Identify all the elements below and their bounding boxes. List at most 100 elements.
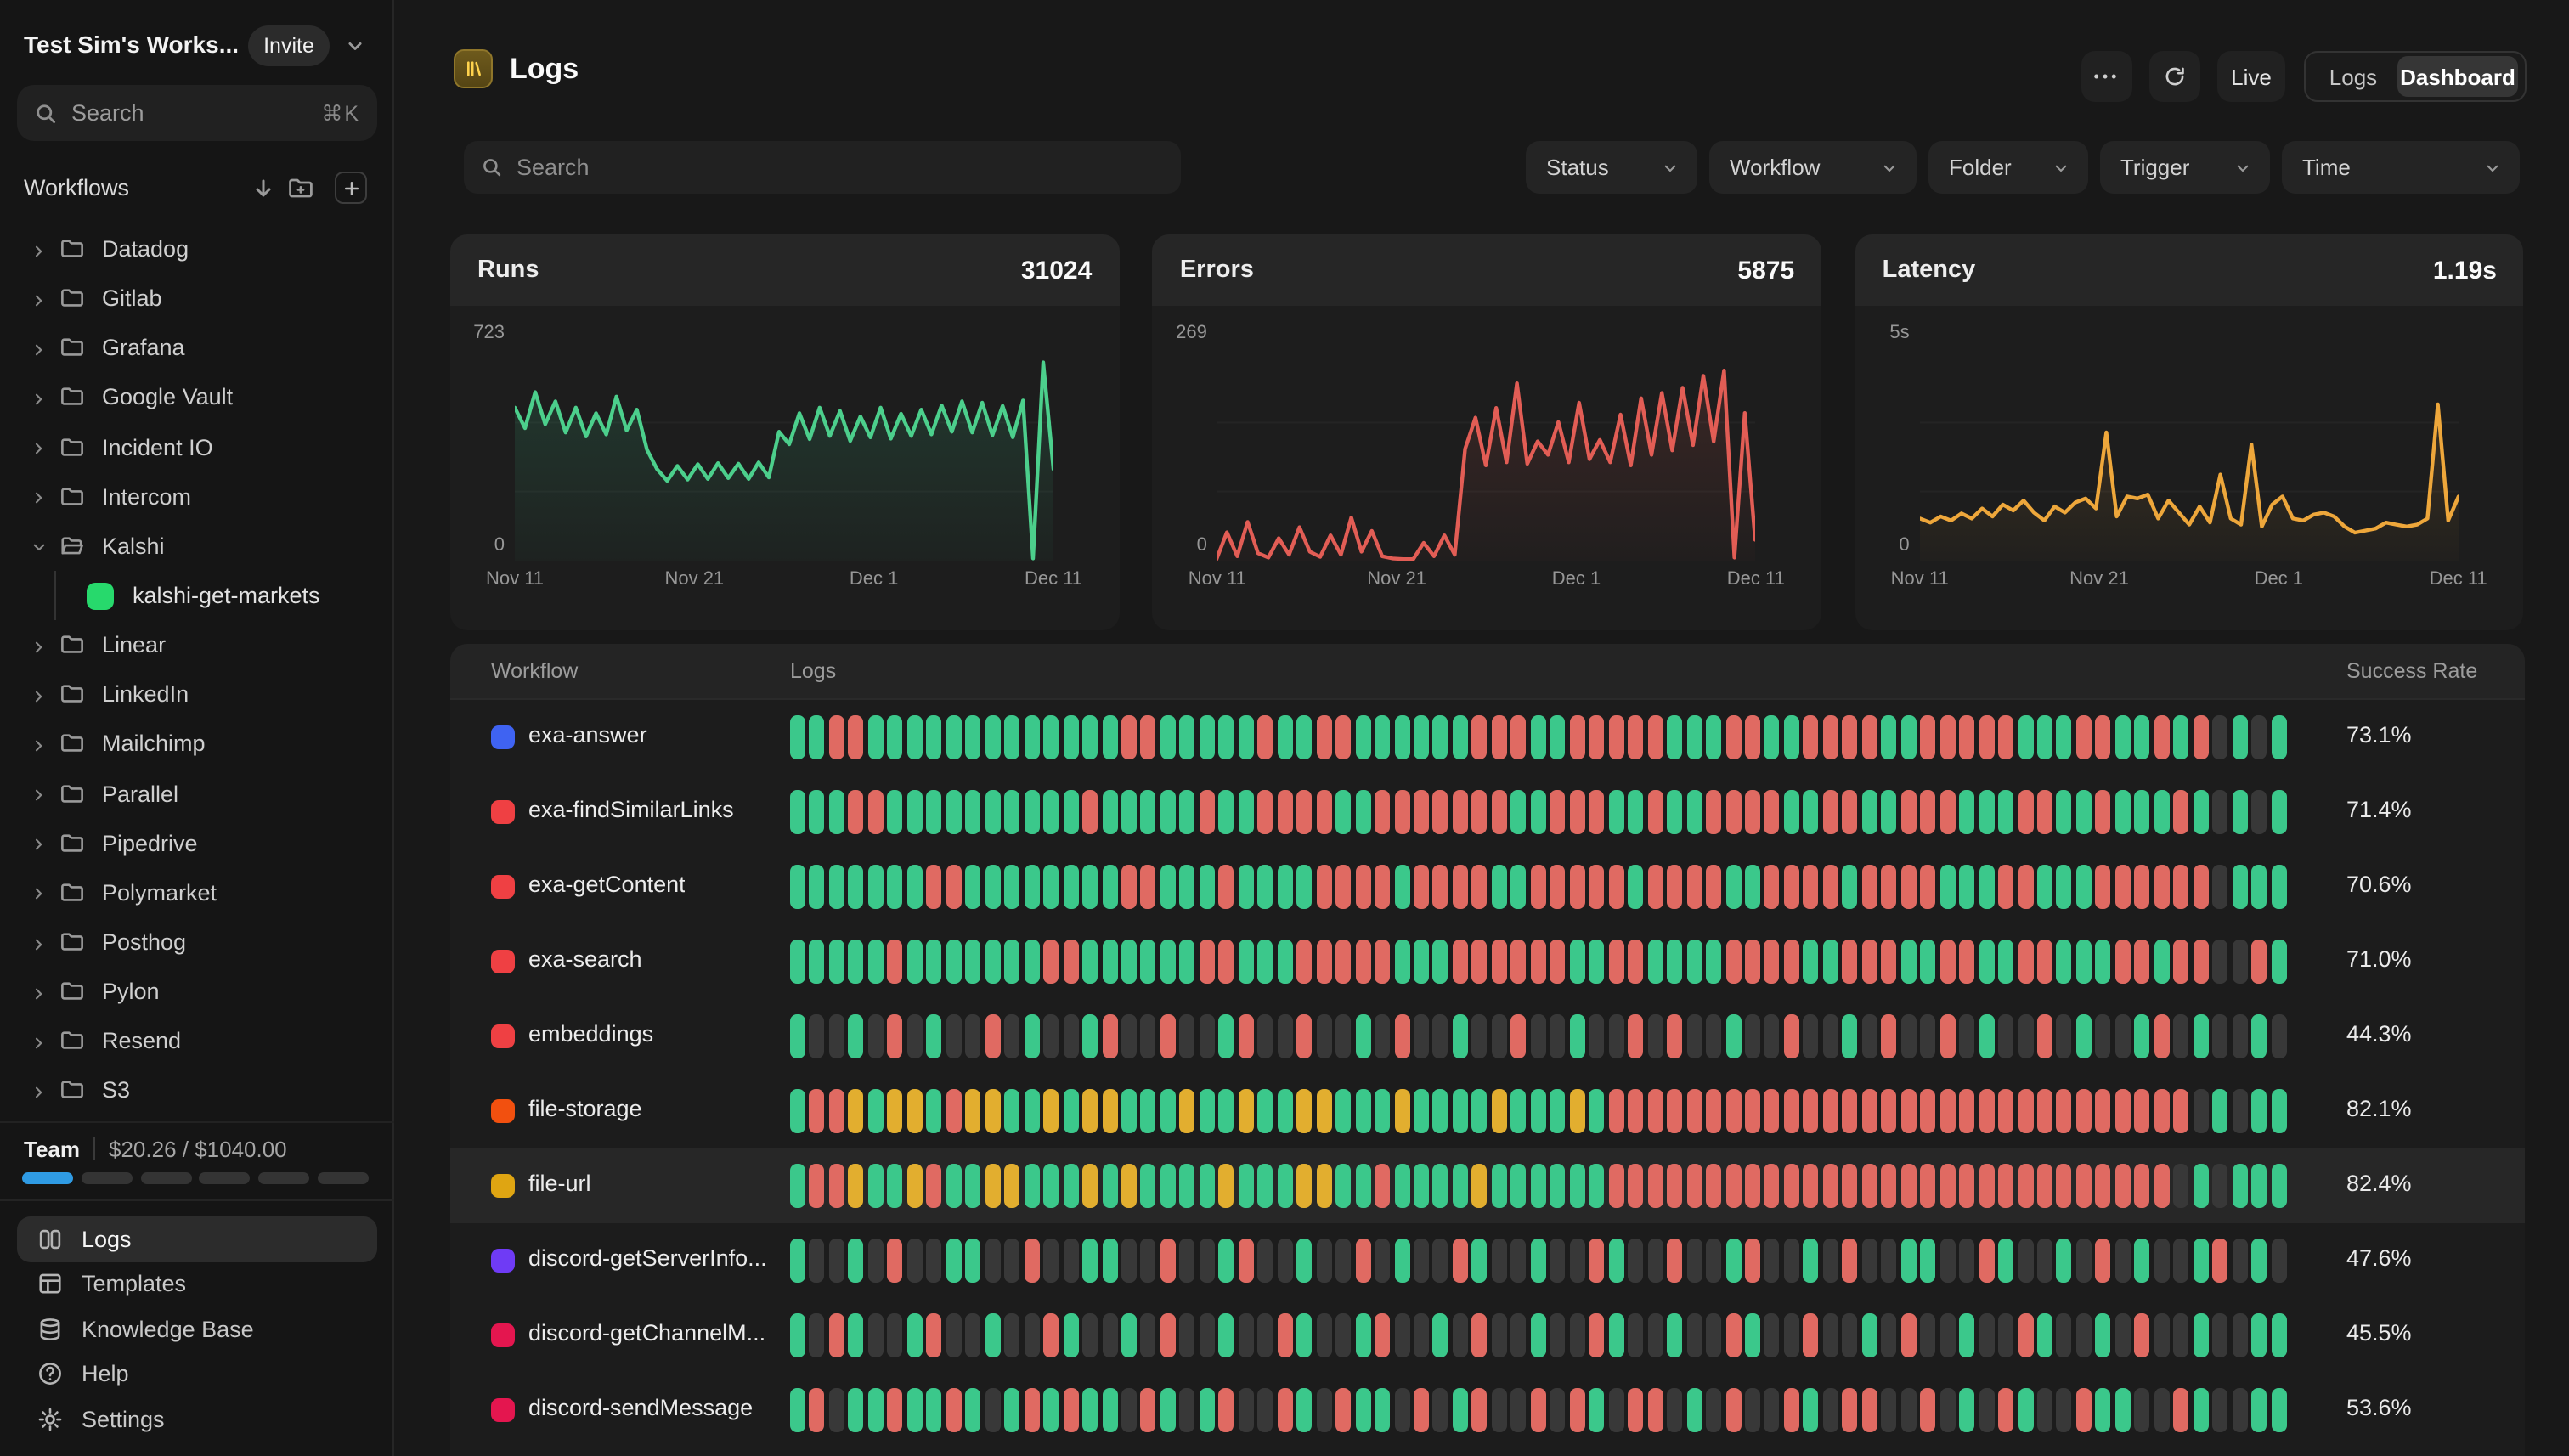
log-bar[interactable]: [2194, 790, 2209, 834]
log-bar[interactable]: [2154, 1014, 2170, 1058]
table-row[interactable]: exa-findSimilarLinks71.4%: [450, 775, 2524, 849]
log-bar[interactable]: [1102, 1164, 1117, 1208]
log-bar[interactable]: [1335, 715, 1351, 759]
log-bar[interactable]: [1375, 1014, 1390, 1058]
sidebar-folder-polymarket[interactable]: Polymarket: [0, 868, 394, 917]
log-bar[interactable]: [1082, 1239, 1098, 1283]
log-bar[interactable]: [1004, 1089, 1019, 1133]
log-bar[interactable]: [1219, 1313, 1234, 1357]
log-bar[interactable]: [2251, 1089, 2267, 1133]
table-row[interactable]: file-storage82.1%: [450, 1074, 2524, 1148]
log-bar[interactable]: [1900, 1164, 1916, 1208]
log-bar[interactable]: [790, 790, 805, 834]
log-bar[interactable]: [2194, 940, 2209, 984]
log-bar[interactable]: [1725, 715, 1741, 759]
log-bar[interactable]: [1647, 1014, 1663, 1058]
log-bar[interactable]: [1667, 1388, 1682, 1432]
log-bar[interactable]: [1589, 1089, 1604, 1133]
log-bar[interactable]: [1784, 1239, 1799, 1283]
log-bar[interactable]: [1102, 865, 1117, 909]
log-bar[interactable]: [1414, 1089, 1429, 1133]
log-bar[interactable]: [1433, 1313, 1448, 1357]
log-bar[interactable]: [1102, 1388, 1117, 1432]
log-bar[interactable]: [1647, 790, 1663, 834]
log-bar[interactable]: [2271, 1089, 2286, 1133]
log-bar[interactable]: [1472, 790, 1488, 834]
log-bar[interactable]: [1804, 790, 1819, 834]
log-bar[interactable]: [1414, 715, 1429, 759]
table-row[interactable]: embeddings44.3%: [450, 999, 2524, 1074]
log-bar[interactable]: [907, 1089, 923, 1133]
log-bar[interactable]: [1180, 715, 1195, 759]
log-bar[interactable]: [1453, 865, 1468, 909]
log-bar[interactable]: [810, 940, 825, 984]
log-bar[interactable]: [946, 940, 962, 984]
log-bar[interactable]: [1258, 1014, 1273, 1058]
log-bar[interactable]: [1667, 865, 1682, 909]
log-bar[interactable]: [1764, 940, 1780, 984]
log-bar[interactable]: [1296, 1089, 1312, 1133]
log-bar[interactable]: [2154, 1313, 2170, 1357]
log-bar[interactable]: [1180, 1239, 1195, 1283]
log-bar[interactable]: [1608, 1014, 1623, 1058]
log-bar[interactable]: [2057, 865, 2072, 909]
log-bar[interactable]: [1647, 1089, 1663, 1133]
log-bar[interactable]: [1200, 790, 1215, 834]
log-bar[interactable]: [2037, 940, 2052, 984]
log-bar[interactable]: [1628, 940, 1643, 984]
live-button[interactable]: Live: [2217, 51, 2285, 102]
log-bar[interactable]: [1667, 790, 1682, 834]
log-bar[interactable]: [1998, 1014, 2013, 1058]
log-bar[interactable]: [1511, 790, 1527, 834]
log-bar[interactable]: [1939, 865, 1955, 909]
log-bar[interactable]: [1024, 940, 1039, 984]
log-bar[interactable]: [1823, 865, 1838, 909]
log-bar[interactable]: [2194, 865, 2209, 909]
log-bar[interactable]: [1296, 715, 1312, 759]
log-bar[interactable]: [1667, 1089, 1682, 1133]
log-bar[interactable]: [829, 1164, 844, 1208]
log-bar[interactable]: [1200, 715, 1215, 759]
log-bar[interactable]: [1043, 1239, 1059, 1283]
log-bar[interactable]: [1121, 865, 1137, 909]
log-bar[interactable]: [1686, 1313, 1702, 1357]
log-bar[interactable]: [1531, 1164, 1546, 1208]
log-bar[interactable]: [2096, 1388, 2111, 1432]
log-bar[interactable]: [1063, 1089, 1078, 1133]
log-bar[interactable]: [1979, 1014, 1994, 1058]
log-bar[interactable]: [1200, 865, 1215, 909]
log-bar[interactable]: [1102, 1239, 1117, 1283]
log-bar[interactable]: [946, 715, 962, 759]
log-bar[interactable]: [2037, 1239, 2052, 1283]
log-bar[interactable]: [1433, 1239, 1448, 1283]
log-bar[interactable]: [1316, 1313, 1331, 1357]
log-bar[interactable]: [1843, 1014, 1858, 1058]
log-bar[interactable]: [2018, 1388, 2033, 1432]
log-bar[interactable]: [2096, 1164, 2111, 1208]
log-bar[interactable]: [1121, 1239, 1137, 1283]
log-bar[interactable]: [1043, 1164, 1059, 1208]
log-bar[interactable]: [1219, 790, 1234, 834]
log-bar[interactable]: [965, 865, 980, 909]
log-bar[interactable]: [2037, 865, 2052, 909]
log-bar[interactable]: [1082, 715, 1098, 759]
log-bar[interactable]: [1959, 865, 1974, 909]
log-bar[interactable]: [1920, 1388, 1935, 1432]
log-bar[interactable]: [1725, 865, 1741, 909]
log-bar[interactable]: [868, 1089, 884, 1133]
log-bar[interactable]: [1258, 715, 1273, 759]
add-workflow-button[interactable]: [335, 172, 367, 204]
log-bar[interactable]: [1492, 865, 1507, 909]
log-bar[interactable]: [1823, 1014, 1838, 1058]
log-bar[interactable]: [1900, 1014, 1916, 1058]
log-bar[interactable]: [1375, 715, 1390, 759]
sidebar-search-input[interactable]: Search ⌘K: [17, 85, 377, 141]
log-bar[interactable]: [1472, 1014, 1488, 1058]
log-bar[interactable]: [868, 1313, 884, 1357]
log-bar[interactable]: [1043, 1014, 1059, 1058]
log-bar[interactable]: [1804, 1014, 1819, 1058]
log-bar[interactable]: [1628, 1239, 1643, 1283]
log-bar[interactable]: [1239, 865, 1254, 909]
log-bar[interactable]: [1277, 1164, 1292, 1208]
log-bar[interactable]: [1628, 1014, 1643, 1058]
